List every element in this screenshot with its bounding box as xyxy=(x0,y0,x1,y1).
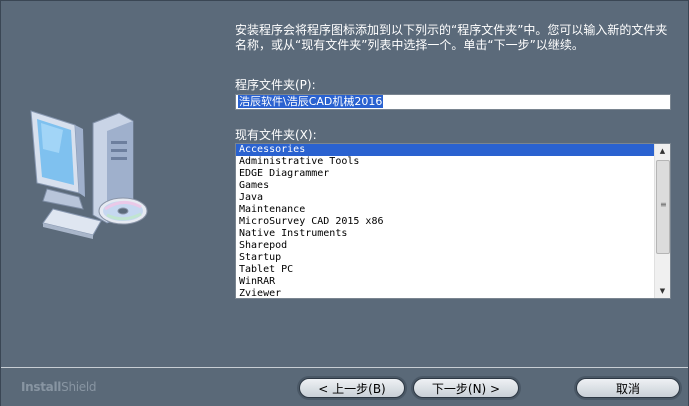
next-button-frame: 下一步(N) > xyxy=(411,376,521,400)
next-button[interactable]: 下一步(N) > xyxy=(413,378,519,398)
existing-folders-label: 现有文件夹(X): xyxy=(235,128,317,142)
brand-bold: Install xyxy=(21,380,62,394)
program-folder-input[interactable]: 浩辰软件\浩辰CAD机械2016 xyxy=(235,94,671,110)
program-folder-value: 浩辰软件\浩辰CAD机械2016 xyxy=(238,95,384,108)
folder-list-item[interactable]: Administrative Tools xyxy=(236,156,654,168)
folder-list-item[interactable]: Zviewer xyxy=(236,288,654,298)
folder-list-item[interactable]: Accessories xyxy=(236,144,654,156)
main-panel: 安装程序会将程序图标添加到以下列示的“程序文件夹”中。您可以输入新的文件夹名称，… xyxy=(1,1,688,367)
brand-light: Shield xyxy=(61,380,97,394)
scroll-thumb[interactable]: ≡ xyxy=(656,160,670,254)
folder-items: Accessories Administrative Tools EDGE Diag… xyxy=(236,144,654,298)
scroll-down-button[interactable]: ▼ xyxy=(655,284,670,298)
grip-icon: ≡ xyxy=(660,200,667,209)
folder-list-item[interactable]: WinRAR xyxy=(236,276,654,288)
folder-list-item[interactable]: EDGE Diagrammer xyxy=(236,168,654,180)
installer-window: 安装程序会将程序图标添加到以下列示的“程序文件夹”中。您可以输入新的文件夹名称，… xyxy=(0,0,689,406)
folder-list-item[interactable]: MicroSurvey CAD 2015 x86 xyxy=(236,216,654,228)
folder-list-item[interactable]: Sharepod xyxy=(236,240,654,252)
list-scrollbar[interactable]: ▲ ≡ ▼ xyxy=(654,144,670,298)
back-button-frame: < 上一步(B) xyxy=(297,376,407,400)
scroll-up-button[interactable]: ▲ xyxy=(655,144,670,158)
existing-folders-list[interactable]: Accessories Administrative Tools EDGE Diag… xyxy=(235,143,671,299)
intro-text: 安装程序会将程序图标添加到以下列示的“程序文件夹”中。您可以输入新的文件夹名称，… xyxy=(235,23,668,52)
computer-icon xyxy=(30,110,148,239)
folder-list-item[interactable]: Games xyxy=(236,180,654,192)
cancel-button[interactable]: 取消 xyxy=(576,378,680,398)
folder-list-item[interactable]: Maintenance xyxy=(236,204,654,216)
footer-bar: InstallShield < 上一步(B) 下一步(N) > 取消 xyxy=(1,367,688,406)
folder-list-item[interactable]: Startup xyxy=(236,252,654,264)
back-button[interactable]: < 上一步(B) xyxy=(299,378,405,398)
installshield-logo: InstallShield xyxy=(21,380,97,394)
folder-list-item[interactable]: Tablet PC xyxy=(236,264,654,276)
cancel-button-frame: 取消 xyxy=(574,376,682,400)
folder-list-item[interactable]: Java xyxy=(236,192,654,204)
program-folder-label: 程序文件夹(P): xyxy=(235,78,316,92)
folder-list-item[interactable]: Native Instruments xyxy=(236,228,654,240)
